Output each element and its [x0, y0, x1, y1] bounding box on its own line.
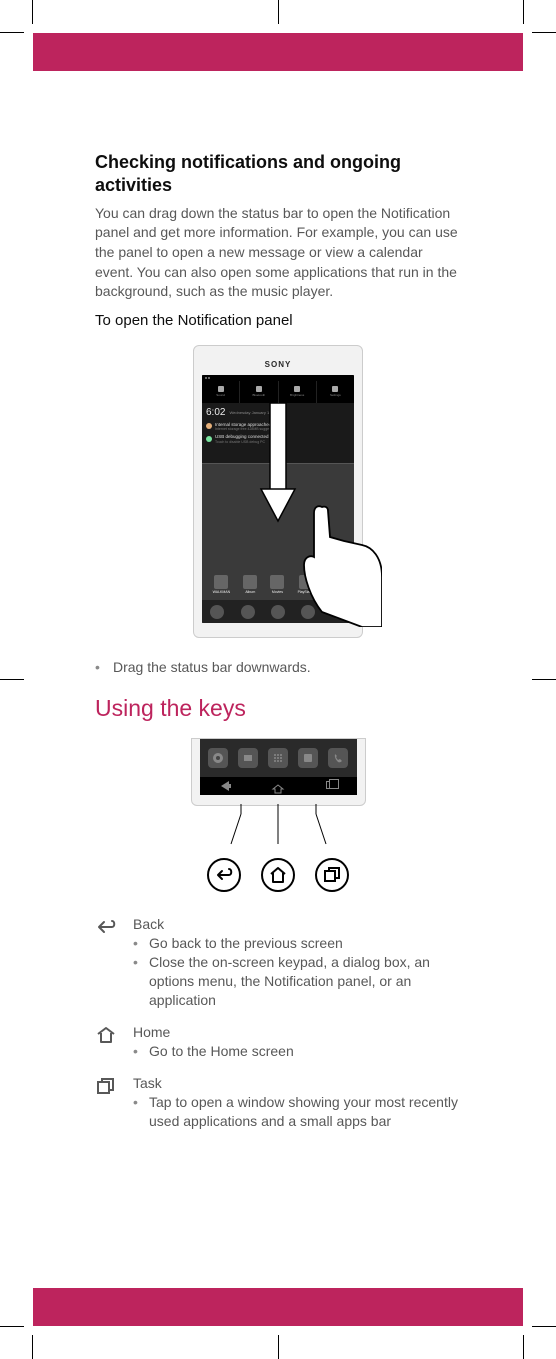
phone-icon	[328, 748, 348, 768]
home-icon	[95, 1024, 119, 1049]
task-key-name: Task	[133, 1075, 461, 1091]
contacts-icon	[298, 748, 318, 768]
home-key-name: Home	[133, 1024, 461, 1040]
bullet-drag-down: Drag the status bar downwards.	[95, 658, 461, 678]
section-title: Checking notifications and ongoing activ…	[95, 151, 461, 198]
notif-time: 6:02	[206, 407, 225, 418]
back-bullet-2: Close the on-screen keypad, a dialog box…	[133, 953, 461, 1010]
back-key-name: Back	[133, 916, 461, 932]
key-def-home: Home Go to the Home screen	[95, 1024, 461, 1061]
app-drawer-icon	[268, 748, 288, 768]
quick-toggle-bluetooth: Bluetooth	[240, 381, 278, 403]
page-frame: Checking notifications and ongoing activ…	[33, 33, 523, 1326]
section-body: You can drag down the status bar to open…	[95, 204, 461, 302]
task-icon	[95, 1075, 119, 1100]
messaging-icon	[238, 748, 258, 768]
phone-brand-label: SONY	[202, 360, 354, 369]
quick-toggle-settings: Settings	[317, 381, 354, 403]
section-subhead: To open the Notification panel	[95, 312, 461, 329]
nav-home-icon	[271, 781, 285, 791]
home-bullet-1: Go to the Home screen	[133, 1042, 461, 1061]
footer-bar	[33, 1288, 523, 1326]
nav-back-icon	[219, 781, 233, 791]
keys-illustration	[191, 738, 366, 892]
notif-date: Wednesday January 15, 1919	[229, 410, 282, 415]
phone-illustration: SONY Sound Bluetooth Brightness Settings…	[193, 345, 363, 638]
quick-toggle-brightness: Brightness	[279, 381, 317, 403]
task-bullet-1: Tap to open a window showing your most r…	[133, 1093, 461, 1131]
quick-toggle-sound: Sound	[202, 381, 240, 403]
key-def-back: Back Go back to the previous screen Clos…	[95, 916, 461, 1010]
key-def-task: Task Tap to open a window showing your m…	[95, 1075, 461, 1131]
chrome-icon	[208, 748, 228, 768]
nav-task-icon	[323, 781, 337, 791]
back-icon	[95, 916, 119, 941]
header-bar	[33, 33, 523, 71]
major-heading: Using the keys	[95, 695, 461, 722]
back-bullet-1: Go back to the previous screen	[133, 934, 461, 953]
